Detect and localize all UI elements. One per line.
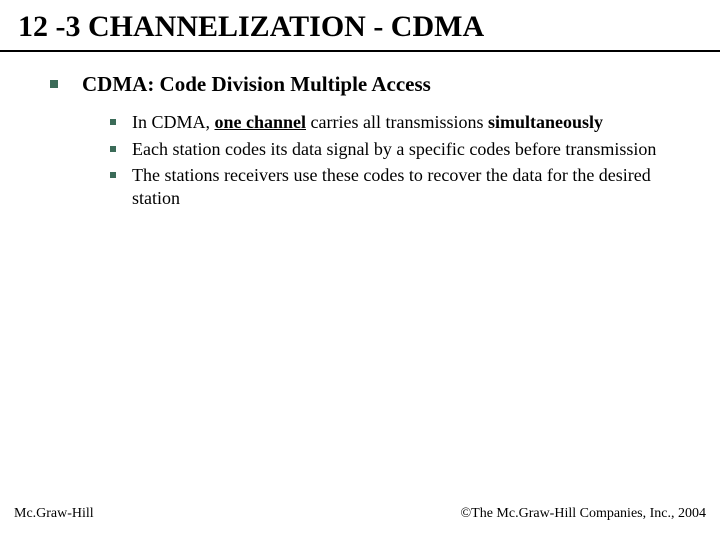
list-item: The stations receivers use these codes t… (110, 164, 690, 209)
slide-body: CDMA: Code Division Multiple Access In C… (0, 52, 720, 209)
square-bullet-icon (110, 146, 116, 152)
level2-text: Each station codes its data signal by a … (132, 138, 656, 161)
footer-right: ©The Mc.Graw-Hill Companies, Inc., 2004 (461, 506, 706, 522)
footer-left: Mc.Graw-Hill (14, 506, 94, 522)
slide: 12 -3 CHANNELIZATION - CDMA CDMA: Code D… (0, 0, 720, 540)
list-item: CDMA: Code Division Multiple Access (50, 72, 690, 97)
text-fragment: carries all transmissions (306, 112, 488, 132)
level1-text: CDMA: Code Division Multiple Access (82, 72, 431, 97)
bold-text: simultaneously (488, 112, 603, 132)
slide-title: 12 -3 CHANNELIZATION - CDMA (18, 10, 484, 43)
underline-text: one channel (215, 112, 307, 132)
square-bullet-icon (110, 119, 116, 125)
list-item: In CDMA, one channel carries all transmi… (110, 111, 690, 134)
level2-text: The stations receivers use these codes t… (132, 164, 690, 209)
level2-text: In CDMA, one channel carries all transmi… (132, 111, 603, 134)
square-bullet-icon (50, 80, 58, 88)
square-bullet-icon (110, 172, 116, 178)
title-bar: 12 -3 CHANNELIZATION - CDMA (0, 0, 720, 52)
text-fragment: In CDMA, (132, 112, 215, 132)
list-item: Each station codes its data signal by a … (110, 138, 690, 161)
